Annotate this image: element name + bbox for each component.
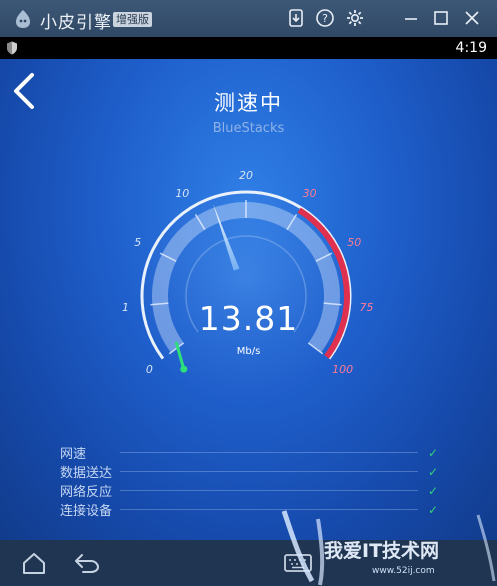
speed-unit: Mb/s (236, 346, 261, 357)
window-titlebar: 小皮引擎 增强版 ? (0, 0, 497, 37)
settings-icon (347, 10, 363, 26)
app-logo-icon (16, 10, 30, 28)
home-button[interactable] (20, 549, 48, 577)
maximize-button[interactable] (430, 7, 452, 29)
check-icon: ✓ (428, 464, 439, 479)
settings-button[interactable] (344, 7, 366, 29)
help-icon: ? (316, 9, 334, 27)
divider (120, 471, 418, 472)
watermark-text: 我爱IT技术网 (324, 539, 439, 562)
download-icon (289, 9, 303, 27)
check-label: 网速 (60, 447, 87, 462)
speed-test-screen: 测速中 BlueStacks 0 1 5 10 20 30 50 75 100 13.81 Mb… (0, 59, 497, 540)
check-row: 数据送达 ✓ (60, 462, 440, 482)
gauge-tick-label: 20 (239, 169, 253, 182)
back-icon (75, 554, 99, 573)
check-row: 网络反应 ✓ (60, 481, 440, 501)
back-button[interactable] (73, 549, 101, 577)
check-label: 数据送达 (60, 466, 113, 481)
gauge-tick-label: 30 (303, 187, 317, 200)
gauge-tick-label: 10 (175, 187, 189, 200)
check-icon: ✓ (428, 483, 439, 498)
check-label: 连接设备 (60, 504, 113, 519)
check-row: 网速 ✓ (60, 443, 440, 463)
watermark-subtext: www.52ij.com (372, 566, 435, 576)
status-time: 4:19 (455, 40, 487, 56)
close-icon (465, 11, 479, 25)
close-button[interactable] (461, 7, 483, 29)
app-name: 小皮引擎 (40, 13, 112, 33)
gauge-progress-dot (180, 365, 188, 373)
android-status-bar: 4:19 (0, 37, 497, 59)
home-icon (23, 553, 45, 574)
check-icon: ✓ (428, 445, 439, 460)
gauge-tick-label: 0 (146, 363, 153, 376)
minimize-button[interactable] (400, 7, 422, 29)
download-button[interactable] (285, 7, 307, 29)
gauge-tick-label: 100 (332, 363, 353, 376)
speed-value: 13.81 (198, 299, 299, 338)
maximize-icon (434, 11, 448, 25)
watermark-logo: 我爱IT技术网 www.52ij.com (281, 510, 496, 586)
edition-badge: 增强版 (113, 12, 152, 27)
svg-text:?: ? (322, 12, 328, 25)
gauge-tick-label: 50 (347, 236, 361, 249)
shield-icon (7, 41, 17, 55)
minimize-icon (405, 18, 417, 20)
divider (120, 490, 418, 491)
divider (120, 452, 418, 453)
help-button[interactable]: ? (314, 7, 336, 29)
check-label: 网络反应 (60, 485, 113, 500)
gauge-tick-label: 5 (134, 236, 141, 249)
